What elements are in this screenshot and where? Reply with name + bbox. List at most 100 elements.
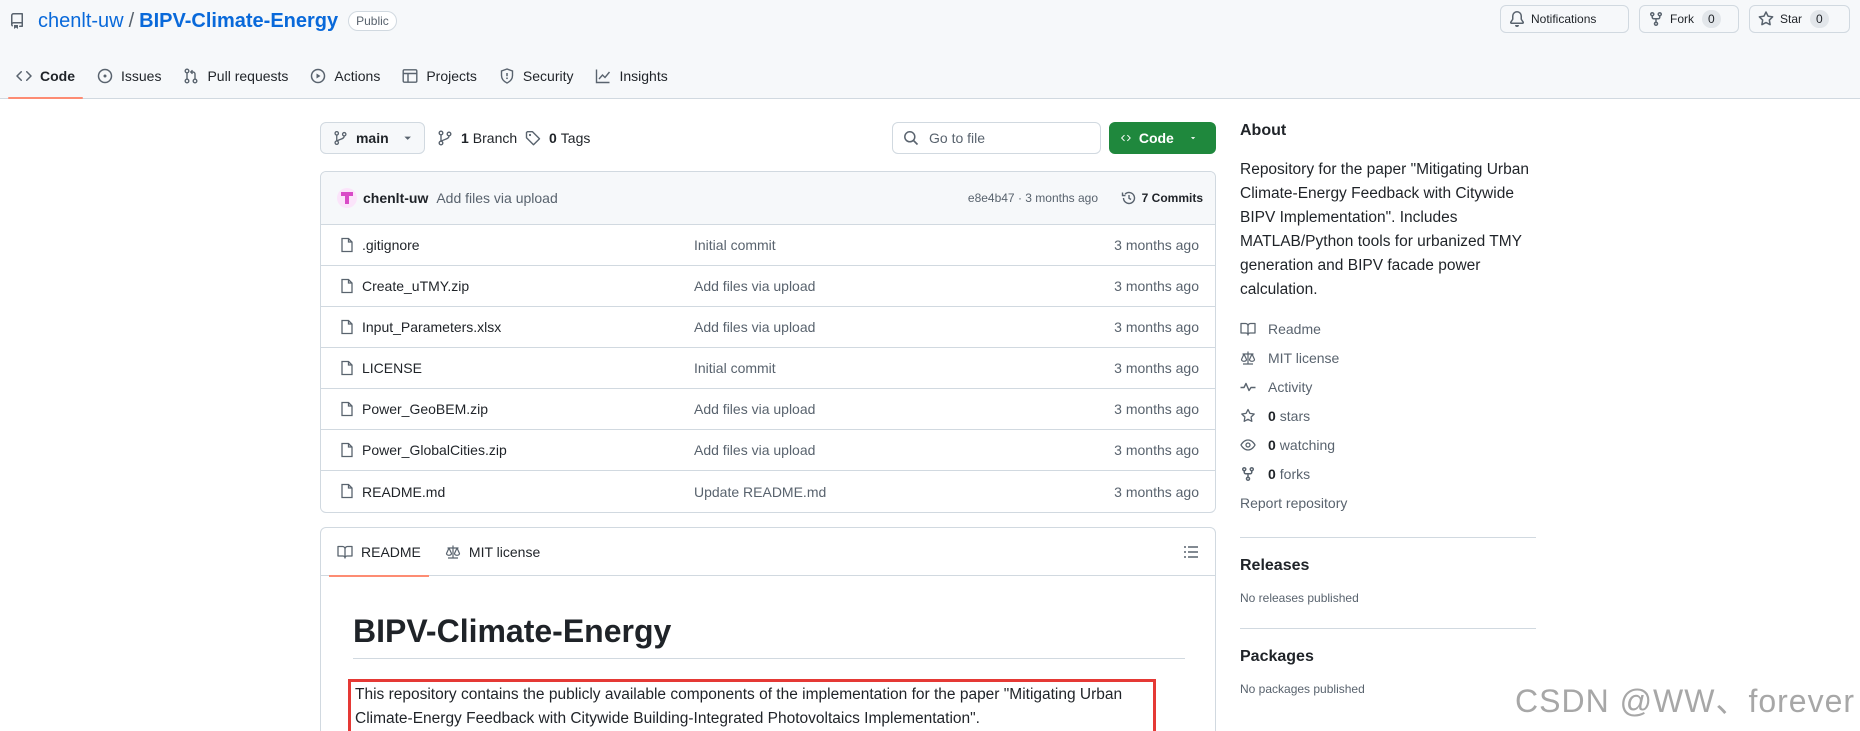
license-link[interactable]: MIT license xyxy=(1240,343,1536,372)
file-list: chenlt-uw Add files via upload e8e4b47 ·… xyxy=(320,171,1216,513)
file-commit-message[interactable]: Update README.md xyxy=(694,484,826,500)
table-icon xyxy=(402,68,418,83)
readme-tabs: README MIT license xyxy=(321,528,1215,577)
code-icon xyxy=(16,70,32,81)
avatar[interactable] xyxy=(337,188,357,208)
tag-icon xyxy=(525,131,541,146)
activity-link[interactable]: Activity xyxy=(1240,372,1536,401)
releases-empty-text: No releases published xyxy=(1240,591,1359,605)
file-commit-message[interactable]: Add files via upload xyxy=(694,319,815,335)
commit-author-link[interactable]: chenlt-uw xyxy=(363,190,428,206)
fork-button[interactable]: Fork 0 xyxy=(1639,5,1739,33)
tab-readme[interactable]: README xyxy=(329,528,429,577)
table-row: README.md Update README.md 3 months ago xyxy=(321,471,1215,512)
repo-title: chenlt-uw / BIPV-Climate-Energy Public xyxy=(9,8,397,34)
chevron-down-icon xyxy=(1190,137,1196,140)
releases-section: Releases No releases published xyxy=(1240,557,1536,605)
commits-history-link[interactable]: 7 Commits xyxy=(1121,190,1203,206)
about-description: Repository for the paper "Mitigating Urb… xyxy=(1240,161,1529,298)
tab-code[interactable]: Code xyxy=(8,62,83,99)
pull-request-icon xyxy=(184,68,198,83)
tab-security[interactable]: Security xyxy=(491,62,582,99)
list-unordered-icon[interactable] xyxy=(1183,544,1199,560)
chevron-down-icon xyxy=(404,136,411,140)
tab-insights[interactable]: Insights xyxy=(587,62,675,99)
file-name-link[interactable]: README.md xyxy=(362,484,445,500)
tag-count: 0 xyxy=(549,130,557,146)
repo-owner-link[interactable]: chenlt-uw xyxy=(38,10,124,33)
releases-heading[interactable]: Releases xyxy=(1240,557,1536,575)
fork-count: 0 xyxy=(1702,10,1721,28)
star-icon xyxy=(1758,11,1774,26)
about-section: About Repository for the paper "Mitigati… xyxy=(1240,122,1536,517)
visibility-badge: Public xyxy=(348,11,397,31)
file-commit-date: 3 months ago xyxy=(1114,319,1199,335)
file-icon xyxy=(341,483,353,499)
repo-name-link[interactable]: BIPV-Climate-Energy xyxy=(139,10,338,33)
branch-select-button[interactable]: main xyxy=(320,122,425,154)
tab-projects-label: Projects xyxy=(426,67,477,84)
heading-divider xyxy=(353,658,1185,659)
file-commit-message[interactable]: Add files via upload xyxy=(694,401,815,417)
sidebar-divider xyxy=(1240,628,1536,629)
code-dropdown-button[interactable]: Code xyxy=(1109,122,1216,154)
tags-link[interactable]: 0 Tags xyxy=(525,122,590,154)
tab-license-label: MIT license xyxy=(468,543,541,560)
readme-panel: README MIT license BIPV-Climate-Energy T… xyxy=(320,527,1216,731)
file-name-link[interactable]: Power_GlobalCities.zip xyxy=(362,442,507,458)
stars-link[interactable]: 0 stars xyxy=(1240,401,1536,430)
tab-issues[interactable]: Issues xyxy=(89,62,169,99)
notifications-button[interactable]: Notifications xyxy=(1500,5,1629,33)
tab-actions[interactable]: Actions xyxy=(302,62,388,99)
star-count: 0 xyxy=(1810,10,1829,28)
watching-label: watching xyxy=(1279,436,1336,453)
file-commit-message[interactable]: Initial commit xyxy=(694,237,776,253)
readme-link[interactable]: Readme xyxy=(1240,314,1536,343)
repo-tabs: Code Issues Pull requests Actions Projec… xyxy=(8,62,682,99)
file-name-link[interactable]: LICENSE xyxy=(362,360,422,376)
file-commit-message[interactable]: Add files via upload xyxy=(694,278,815,294)
go-to-file-input[interactable]: Go to file xyxy=(892,122,1101,154)
star-label: Star xyxy=(1780,12,1803,26)
book-icon xyxy=(1240,322,1256,336)
forks-label: forks xyxy=(1279,465,1311,482)
notifications-label: Notifications xyxy=(1531,12,1597,26)
packages-heading[interactable]: Packages xyxy=(1240,648,1536,666)
file-name-link[interactable]: Power_GeoBEM.zip xyxy=(362,401,488,417)
file-icon xyxy=(341,237,353,253)
bell-icon xyxy=(1509,11,1524,27)
fork-icon xyxy=(1650,12,1662,27)
commit-hash-time[interactable]: e8e4b47 · 3 months ago xyxy=(968,191,1098,205)
table-row: Input_Parameters.xlsx Add files via uplo… xyxy=(321,307,1215,348)
file-name-link[interactable]: Create_uTMY.zip xyxy=(362,278,469,294)
tab-license[interactable]: MIT license xyxy=(437,528,548,576)
report-repository-link[interactable]: Report repository xyxy=(1240,488,1536,517)
issue-icon xyxy=(97,68,113,83)
code-button-label: Code xyxy=(1138,130,1174,146)
branches-link[interactable]: 1 Branch xyxy=(437,122,517,154)
shield-icon xyxy=(500,67,514,84)
file-commit-message[interactable]: Initial commit xyxy=(694,360,776,376)
tab-pull-requests-label: Pull requests xyxy=(207,67,289,84)
file-name-link[interactable]: .gitignore xyxy=(362,237,420,253)
law-icon xyxy=(445,545,461,559)
tab-actions-label: Actions xyxy=(334,67,381,84)
file-commit-date: 3 months ago xyxy=(1114,401,1199,417)
sidebar-divider xyxy=(1240,537,1536,538)
file-icon xyxy=(341,442,353,458)
fork-icon xyxy=(1242,466,1254,481)
watching-link[interactable]: 0 watching xyxy=(1240,430,1536,459)
file-name-link[interactable]: Input_Parameters.xlsx xyxy=(362,319,501,335)
file-icon xyxy=(341,401,353,417)
tab-projects[interactable]: Projects xyxy=(394,62,485,99)
star-button[interactable]: Star 0 xyxy=(1749,5,1850,33)
forks-link[interactable]: 0 forks xyxy=(1240,459,1536,488)
tab-pull-requests[interactable]: Pull requests xyxy=(175,62,296,99)
readme-heading: BIPV-Climate-Energy xyxy=(353,613,672,649)
commit-message-link[interactable]: Add files via upload xyxy=(436,190,557,206)
csdn-watermark: CSDN @WW、forever xyxy=(1515,683,1856,719)
repo-header: chenlt-uw / BIPV-Climate-Energy Public N… xyxy=(0,0,1860,99)
go-to-file-placeholder: Go to file xyxy=(929,130,986,146)
law-icon xyxy=(1240,351,1256,365)
file-commit-message[interactable]: Add files via upload xyxy=(694,442,815,458)
